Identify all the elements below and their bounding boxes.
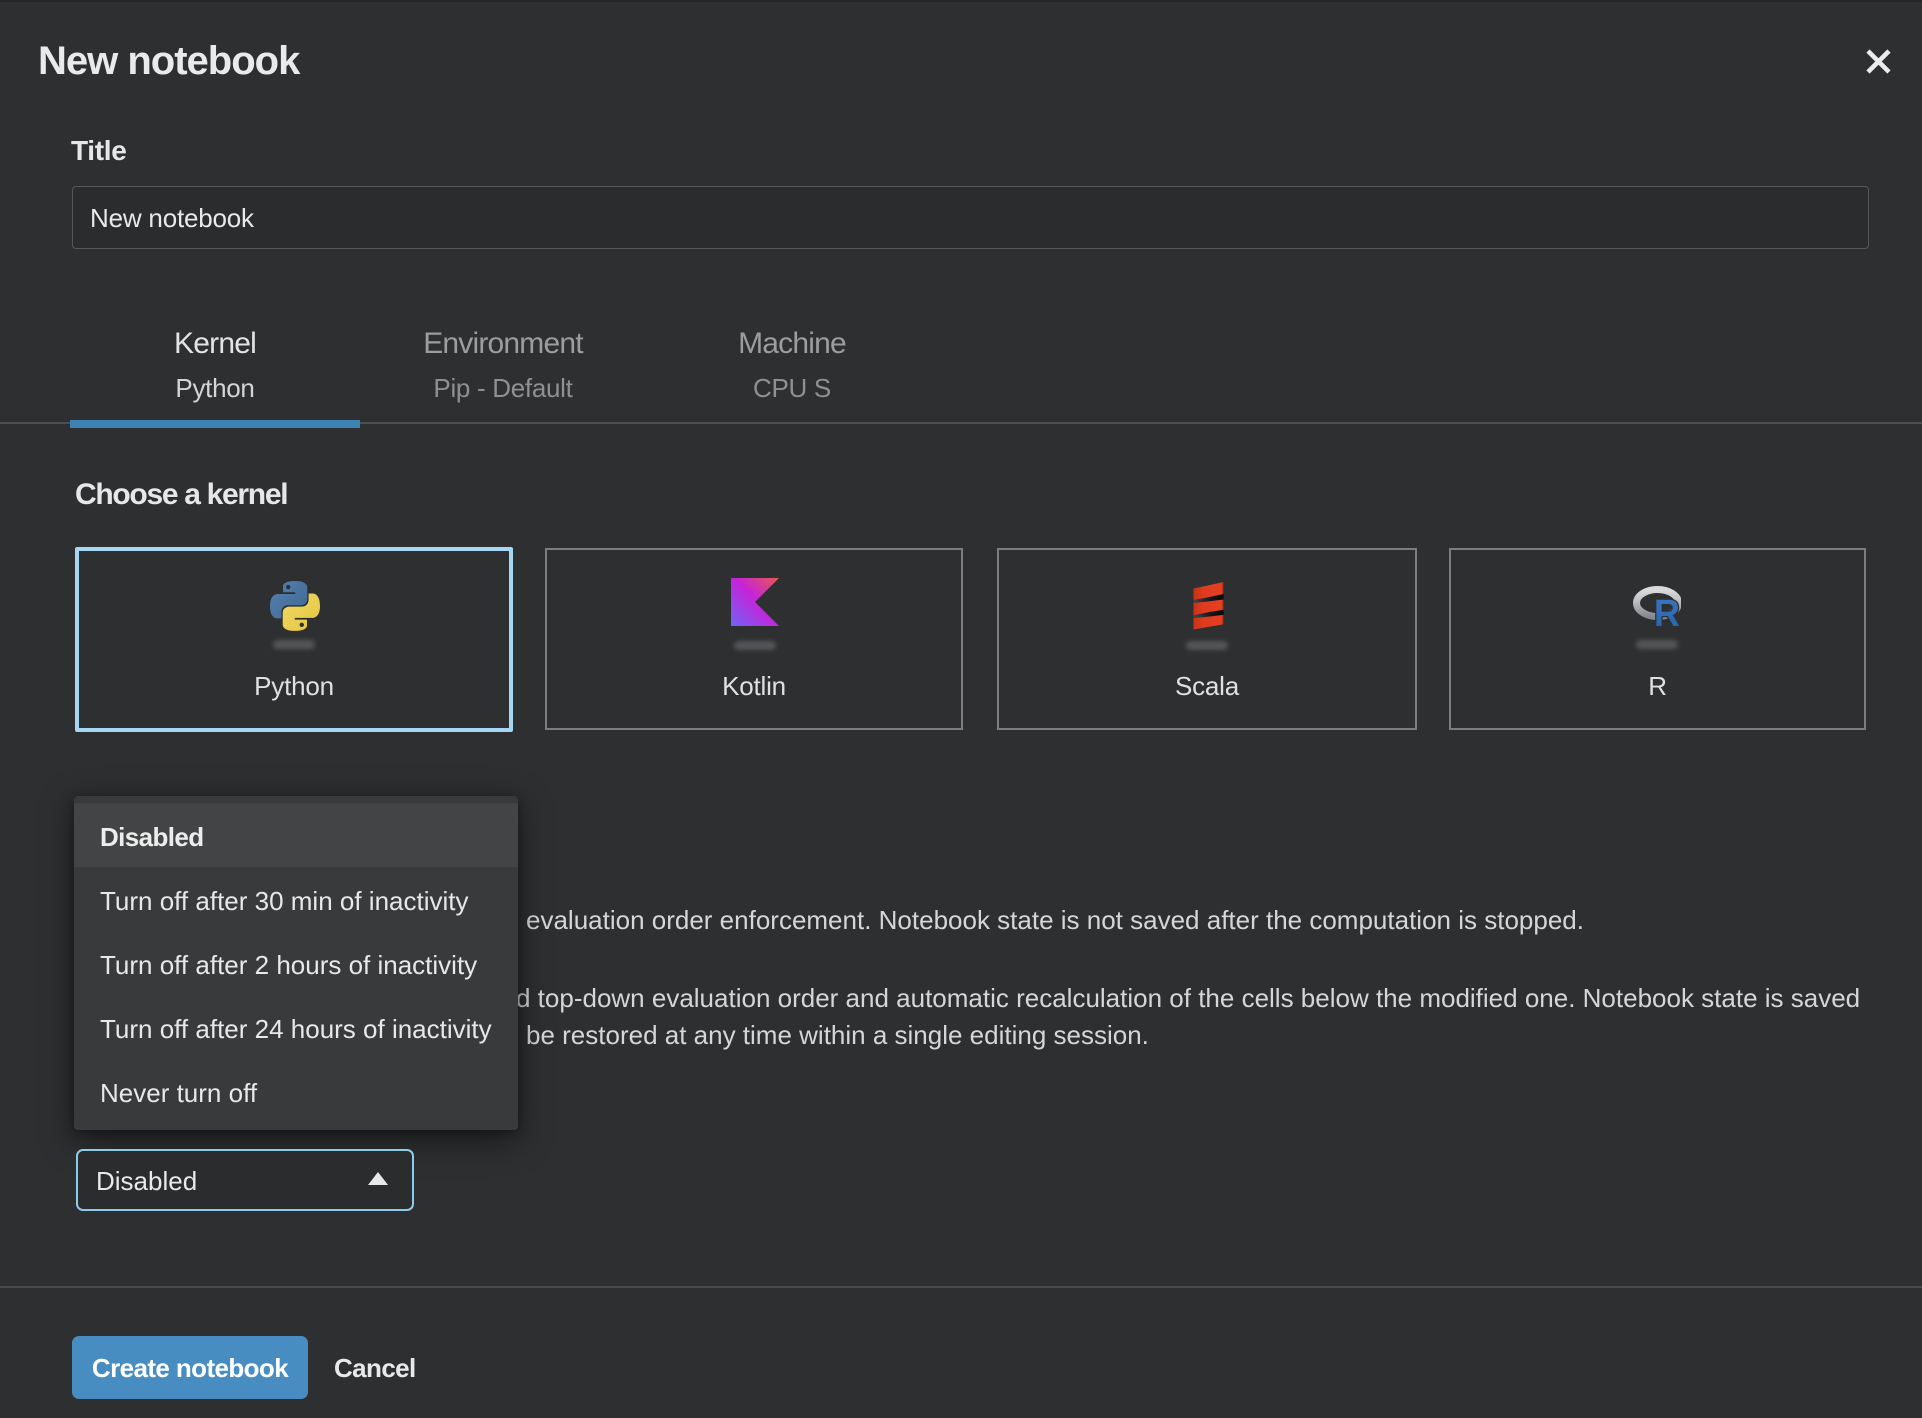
svg-text:R: R [1654,593,1680,628]
